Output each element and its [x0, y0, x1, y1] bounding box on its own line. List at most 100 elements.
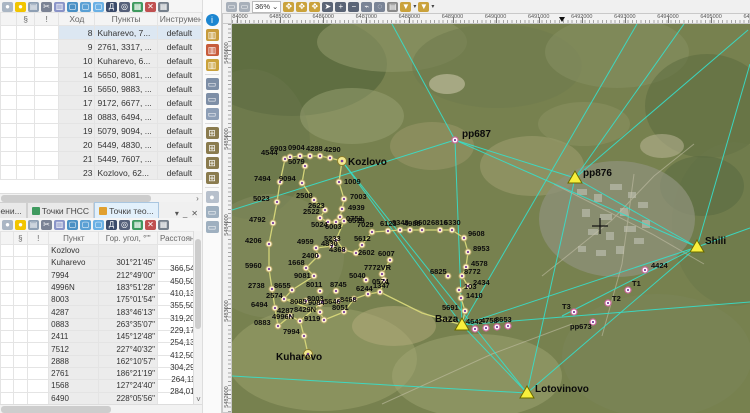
table-row[interactable]: 23Kozlovo, 62...default: [1, 166, 202, 180]
net-frame3-icon[interactable]: ⊞: [206, 157, 219, 169]
copy-icon[interactable]: ▤: [28, 2, 39, 12]
dropdown-chevron-icon[interactable]: ▾: [413, 3, 416, 10]
net-frame2-icon[interactable]: ⊞: [206, 142, 219, 154]
select-invert-icon[interactable]: ▢: [80, 2, 91, 12]
table-row[interactable]: 180883, 6494, ...default: [1, 110, 202, 124]
search-icon[interactable]: ◎: [119, 220, 130, 230]
table-settings-icon[interactable]: ▦: [158, 2, 169, 12]
instrument-cell: default: [157, 68, 201, 82]
station-label: pp876: [583, 168, 612, 179]
screen-icon[interactable]: ▭: [206, 206, 219, 218]
paste-icon[interactable]: ▥: [54, 220, 65, 230]
column-header[interactable]: Пункт: [49, 232, 99, 245]
column-header[interactable]: [1, 13, 17, 26]
tab-tochki-gnss[interactable]: Точки ГНСС: [27, 202, 94, 218]
survey-point-dot: [381, 273, 383, 275]
tab-menu-icon[interactable]: ▾: [175, 209, 179, 218]
print-icon[interactable]: ▤: [387, 2, 398, 12]
column-header[interactable]: !: [35, 13, 59, 26]
table-row[interactable]: 179172, 6677, ...default: [1, 96, 202, 110]
lamp-dim-icon[interactable]: ●: [2, 220, 13, 230]
dropdown-chevron-icon[interactable]: ▾: [431, 3, 434, 10]
tab-minimize-icon[interactable]: _: [183, 209, 187, 218]
measure-icon[interactable]: ⌁: [361, 2, 372, 12]
import-gnss-icon[interactable]: ▥: [206, 44, 219, 56]
filter-funnel2-icon[interactable]: ▼: [418, 2, 429, 12]
select-invert-icon[interactable]: ▢: [80, 220, 91, 230]
table-icon[interactable]: ▦: [132, 220, 143, 230]
import-points-icon[interactable]: ▥: [206, 59, 219, 71]
zoom-level-select[interactable]: 36%⌄: [252, 1, 281, 13]
table-row[interactable]: Kozlovo: [1, 245, 202, 257]
column-header[interactable]: Ход: [59, 13, 95, 26]
info-icon[interactable]: i: [206, 14, 219, 26]
table-row[interactable]: 92761, 3317, ...default: [1, 40, 202, 54]
pan-hand-icon[interactable]: ✥: [283, 2, 294, 12]
paste-icon[interactable]: ▥: [54, 2, 65, 12]
frame-poly-icon[interactable]: ▭: [206, 108, 219, 120]
cursor-icon[interactable]: ➤: [322, 2, 333, 12]
lamp-dim-icon[interactable]: ●: [2, 2, 13, 12]
column-header[interactable]: [1, 232, 14, 245]
filter-funnel-icon[interactable]: ▼: [400, 2, 411, 12]
tab-izmereniya[interactable]: ерени...: [0, 202, 27, 218]
search-icon[interactable]: ◎: [119, 2, 130, 12]
table-icon[interactable]: ▦: [132, 2, 143, 12]
select-none-icon[interactable]: ▢: [93, 2, 104, 12]
column-header[interactable]: §: [17, 13, 35, 26]
tab-tochki-teo[interactable]: Точки тео...: [94, 202, 159, 218]
cut-icon[interactable]: ✂: [41, 2, 52, 12]
layout-icon[interactable]: ▭: [226, 2, 237, 12]
zoom-in-icon[interactable]: +: [335, 2, 346, 12]
frame-rect-icon[interactable]: ▭: [206, 78, 219, 90]
hod-cell: 16: [59, 82, 95, 96]
points-table[interactable]: §!ПунктГор. угол, °'"Расстояние, м Kozlo…: [0, 231, 202, 404]
copy-icon[interactable]: ▤: [28, 220, 39, 230]
lamp-on-icon[interactable]: ●: [15, 2, 26, 12]
column-header[interactable]: Инструмен: [157, 13, 201, 26]
row-icon-cell: [1, 367, 14, 379]
table-settings-icon[interactable]: ▦: [158, 220, 169, 230]
layout2-icon[interactable]: ▭: [239, 2, 250, 12]
table-row[interactable]: 215449, 7607, ...default: [1, 152, 202, 166]
column-header[interactable]: Гор. угол, °'": [99, 232, 158, 245]
column-header[interactable]: !: [28, 232, 49, 245]
table-row[interactable]: 205449, 4830, ...default: [1, 138, 202, 152]
column-header[interactable]: §: [13, 232, 28, 245]
tools-icon[interactable]: ✕: [145, 2, 156, 12]
refresh-icon[interactable]: ◌: [374, 2, 385, 12]
map-canvas[interactable]: 4544507969030904428842907494909450232508…: [232, 24, 750, 413]
font-icon[interactable]: Д: [106, 220, 117, 230]
cut-icon[interactable]: ✂: [41, 220, 52, 230]
table-row[interactable]: 10Kuharevo, 6...default: [1, 54, 202, 68]
column-header[interactable]: Пункты: [95, 13, 157, 26]
table-row[interactable]: 8Kuharevo, 7...default: [1, 26, 202, 40]
lamp-on-icon[interactable]: ●: [15, 220, 26, 230]
traverse-table[interactable]: §!ХодПунктыИнструмен 8Kuharevo, 7...defa…: [0, 12, 202, 193]
font-icon[interactable]: Д: [106, 2, 117, 12]
table-row[interactable]: Kuharevo301°21'45"366,549: [1, 257, 202, 269]
survey-point-dot: [439, 229, 441, 231]
pan-hand2-icon[interactable]: ✥: [296, 2, 307, 12]
zoom-out-icon[interactable]: −: [348, 2, 359, 12]
pan-hand3-icon[interactable]: ✥: [309, 2, 320, 12]
screen2-icon[interactable]: ▭: [206, 221, 219, 233]
frame-rect2-icon[interactable]: ▭: [206, 93, 219, 105]
select-all-icon[interactable]: ▢: [67, 220, 78, 230]
point-label: 9602: [414, 218, 431, 227]
import-measure-icon[interactable]: ▥: [206, 29, 219, 41]
net-frame4-icon[interactable]: ⊞: [206, 172, 219, 184]
select-none-icon[interactable]: ▢: [93, 220, 104, 230]
point-label: 8655: [274, 281, 291, 290]
points-table-hscrollbar[interactable]: [0, 404, 202, 413]
table-row[interactable]: 195079, 9094, ...default: [1, 124, 202, 138]
comment-icon[interactable]: ●: [206, 191, 219, 203]
tab-close-icon[interactable]: ✕: [191, 209, 198, 218]
select-all-icon[interactable]: ▢: [67, 2, 78, 12]
points-table-vscrollbar[interactable]: ˅: [193, 231, 202, 404]
table-row[interactable]: 145650, 8081, ...default: [1, 68, 202, 82]
tools-icon[interactable]: ✕: [145, 220, 156, 230]
net-frame-icon[interactable]: ⊞: [206, 127, 219, 139]
points-table-toolbar: ●●▤✂▥▢▢▢Д◎▦✕▦: [0, 218, 202, 232]
table-row[interactable]: 165650, 9883, ...default: [1, 82, 202, 96]
